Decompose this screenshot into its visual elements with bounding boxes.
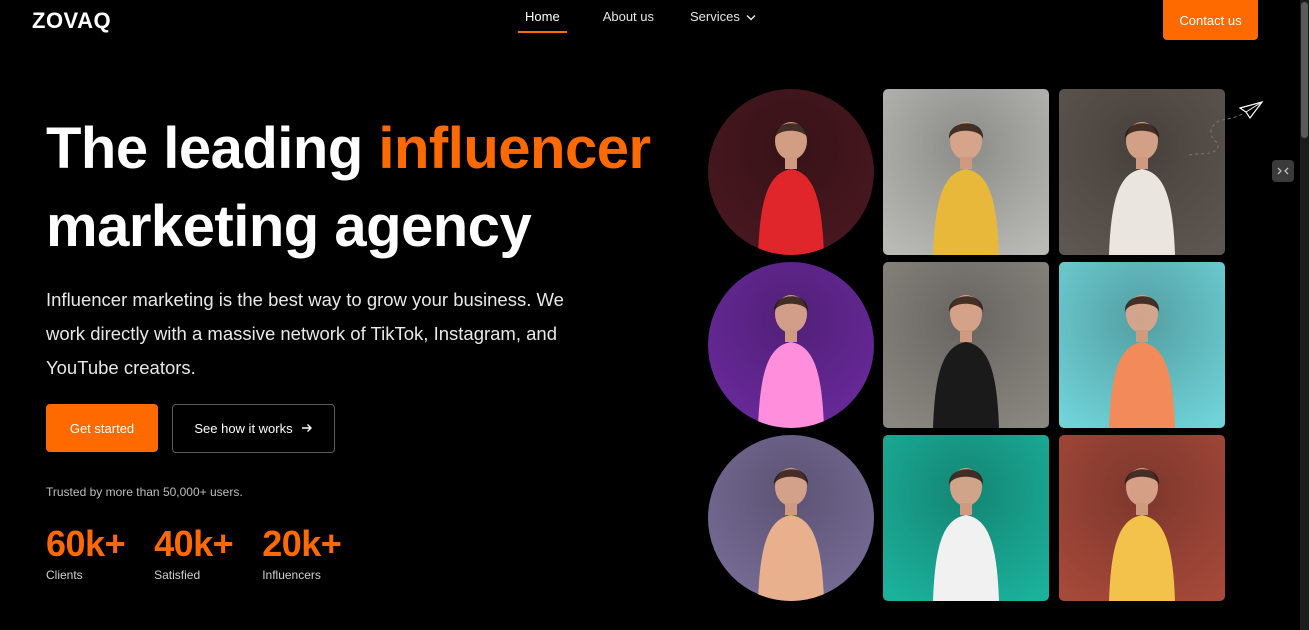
- stat-label: Influencers: [262, 568, 321, 582]
- hero-title-accent: influencer: [378, 116, 651, 181]
- widget-icon[interactable]: [1272, 160, 1294, 182]
- brand-logo[interactable]: ZOVAQ: [32, 8, 111, 34]
- influencer-photo-neon-portrait: [708, 262, 874, 428]
- chevron-down-icon: [746, 9, 756, 25]
- nav-about-label: About us: [602, 9, 655, 24]
- hero-title: The leading influencer marketing agency: [46, 110, 666, 266]
- stat-satisfied: 40k+ Satisfied: [154, 522, 234, 582]
- scrollbar-thumb[interactable]: [1301, 2, 1308, 138]
- stats-row: 60k+ Clients 40k+ Satisfied 20k+ Influen…: [46, 522, 370, 582]
- influencer-photo-black-coat: [883, 262, 1049, 428]
- influencer-photo-teal-striped: [883, 435, 1049, 601]
- stat-influencers: 20k+ Influencers: [262, 522, 342, 582]
- main-nav: Home About us Services: [518, 9, 792, 33]
- hero-title-part2: marketing agency: [46, 194, 532, 259]
- contact-us-button[interactable]: Contact us: [1163, 0, 1258, 40]
- hero-title-part1: The leading: [46, 116, 379, 181]
- influencer-photo-red-hair-phone: [1059, 435, 1225, 601]
- arrow-right-icon: [301, 421, 313, 436]
- stat-label: Clients: [46, 568, 83, 582]
- hero-description: Influencer marketing is the best way to …: [46, 289, 564, 378]
- stat-value: 40k+: [154, 523, 234, 564]
- page-scrollbar[interactable]: [1300, 0, 1309, 630]
- stat-value: 60k+: [46, 523, 126, 564]
- influencer-photo-blonde-portrait: [708, 435, 874, 601]
- stat-clients: 60k+ Clients: [46, 522, 126, 582]
- paper-plane-icon: [1178, 96, 1264, 160]
- stat-value: 20k+: [262, 523, 342, 564]
- nav-about[interactable]: About us: [603, 9, 654, 33]
- influencer-photo-red-dress: [708, 89, 874, 255]
- see-how-it-works-label: See how it works: [194, 421, 293, 436]
- get-started-button[interactable]: Get started: [46, 404, 158, 452]
- stat-label: Satisfied: [154, 568, 201, 582]
- see-how-it-works-button[interactable]: See how it works: [172, 404, 335, 453]
- influencer-photo-yellow-outfit: [883, 89, 1049, 255]
- trusted-text: Trusted by more than 50,000+ users.: [46, 485, 243, 499]
- nav-home[interactable]: Home: [518, 9, 567, 33]
- nav-home-label: Home: [525, 9, 560, 24]
- nav-services-label: Services: [690, 9, 740, 24]
- influencer-photo-slide: [1059, 262, 1225, 428]
- nav-services[interactable]: Services: [690, 9, 756, 33]
